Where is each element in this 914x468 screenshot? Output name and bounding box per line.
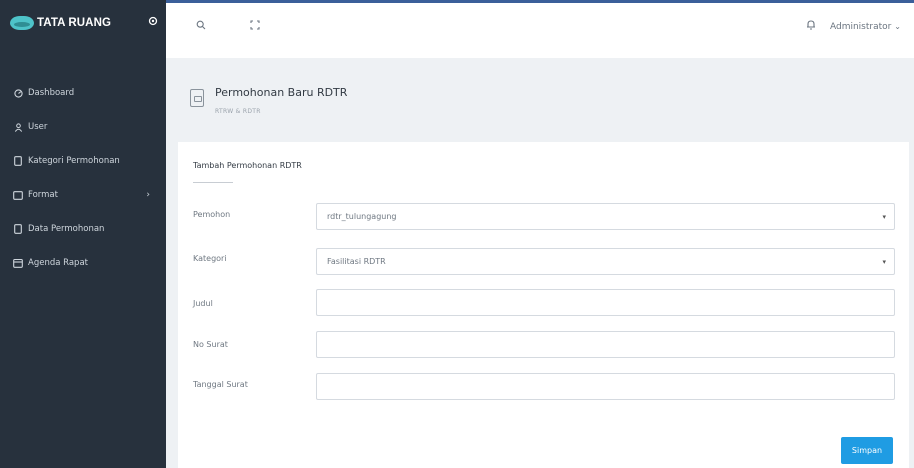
- chevron-down-icon: ⌄: [894, 22, 901, 31]
- brand-name: TATA RUANG: [37, 17, 112, 29]
- user-menu[interactable]: Administrator ⌄: [830, 22, 901, 32]
- form-card: Tambah Permohonan RDTR Pemohon rdtr_tulu…: [178, 142, 909, 468]
- search-icon[interactable]: [196, 20, 206, 33]
- dashboard-icon: [12, 88, 24, 98]
- sidebar-item-kategori-permohonan[interactable]: Kategori Permohonan: [0, 144, 166, 178]
- brand[interactable]: TATA RUANG: [0, 0, 166, 46]
- tanggal-surat-input[interactable]: [316, 373, 895, 400]
- sidebar-item-dashboard[interactable]: Dashboard: [0, 76, 166, 110]
- calendar-icon: [12, 258, 24, 268]
- fullscreen-icon[interactable]: [250, 20, 260, 33]
- document-icon: [190, 89, 204, 107]
- sidebar-item-user[interactable]: User: [0, 110, 166, 144]
- pemohon-label: Pemohon: [193, 210, 231, 219]
- pemohon-select[interactable]: rdtr_tulungagung ▾: [316, 203, 895, 230]
- sidebar-item-label: Data Permohonan: [28, 224, 105, 234]
- sidebar-item-label: Agenda Rapat: [28, 258, 88, 268]
- collapse-icon[interactable]: [147, 15, 159, 27]
- file-icon: [12, 156, 24, 166]
- chevron-right-icon: ›: [146, 190, 150, 200]
- caret-down-icon: ▾: [882, 258, 886, 266]
- page-title: Permohonan Baru RDTR: [215, 86, 348, 99]
- pemohon-value: rdtr_tulungagung: [327, 212, 397, 221]
- user-icon: [12, 122, 24, 132]
- sidebar-item-data-permohonan[interactable]: Data Permohonan: [0, 212, 166, 246]
- topbar: Administrator ⌄: [166, 0, 914, 58]
- form-title-underline: [193, 182, 233, 183]
- form-title: Tambah Permohonan RDTR: [193, 161, 302, 170]
- sidebar-item-label: User: [28, 122, 48, 132]
- sidebar-item-format[interactable]: Format ›: [0, 178, 166, 212]
- judul-input[interactable]: [316, 289, 895, 316]
- file-icon: [12, 224, 24, 234]
- brand-logo-icon: [10, 16, 34, 30]
- sidebar-item-agenda-rapat[interactable]: Agenda Rapat: [0, 246, 166, 280]
- folder-icon: [12, 190, 24, 200]
- kategori-value: Fasilitasi RDTR: [327, 257, 386, 266]
- no-surat-input[interactable]: [316, 331, 895, 358]
- kategori-label: Kategori: [193, 254, 227, 263]
- judul-label: Judul: [193, 299, 213, 308]
- sidebar-item-label: Dashboard: [28, 88, 75, 98]
- sidebar: TATA RUANG Dashboard User Kategori Permo…: [0, 0, 166, 468]
- no-surat-label: No Surat: [193, 340, 228, 349]
- user-name: Administrator: [830, 22, 892, 32]
- kategori-select[interactable]: Fasilitasi RDTR ▾: [316, 248, 895, 275]
- sidebar-item-label: Format: [28, 190, 58, 200]
- bell-icon[interactable]: [806, 19, 816, 33]
- tanggal-surat-label: Tanggal Surat: [193, 380, 248, 389]
- sidebar-menu: Dashboard User Kategori Permohonan Forma…: [0, 76, 166, 280]
- sidebar-item-label: Kategori Permohonan: [28, 156, 120, 166]
- save-button[interactable]: Simpan: [841, 437, 893, 464]
- page-subtitle: RTRW & RDTR: [215, 108, 261, 115]
- caret-down-icon: ▾: [882, 213, 886, 221]
